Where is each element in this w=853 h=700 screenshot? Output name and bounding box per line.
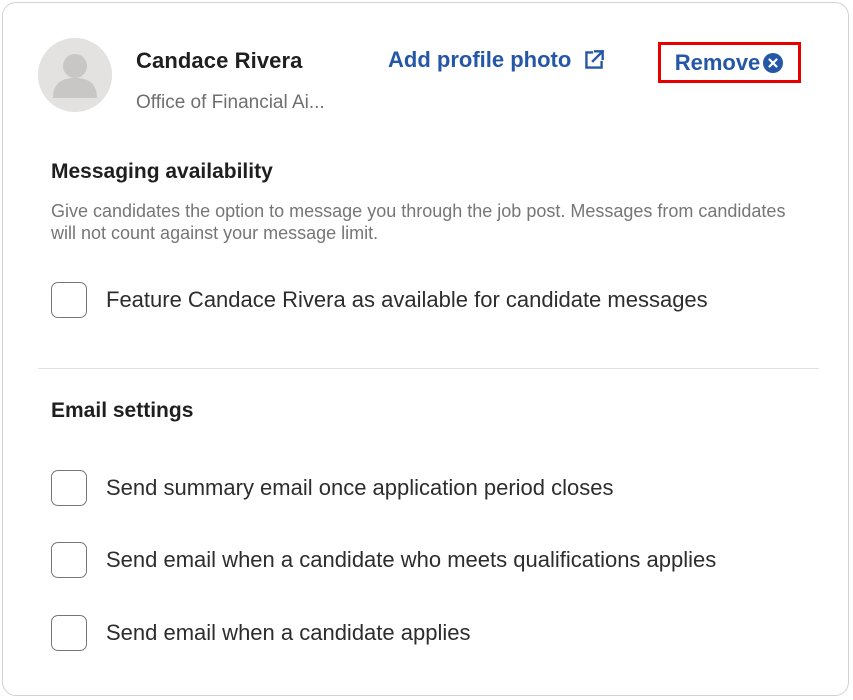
avatar (38, 38, 112, 112)
settings-card (2, 2, 849, 696)
messaging-section-description: Give candidates the option to message yo… (51, 201, 786, 243)
email-section-title: Email settings (51, 399, 194, 422)
add-profile-photo-label: Add profile photo (388, 47, 572, 72)
messaging-section-title: Messaging availability (51, 160, 273, 183)
close-circle-icon (762, 52, 784, 74)
summary-email-option[interactable]: Send summary email once application peri… (51, 470, 613, 506)
feature-availability-label: Feature Candace Rivera as available for … (106, 287, 708, 312)
external-link-icon (581, 47, 607, 73)
candidate-applies-email-option[interactable]: Send email when a candidate applies (51, 615, 470, 651)
qualified-candidate-email-checkbox[interactable] (51, 542, 87, 578)
candidate-applies-email-label: Send email when a candidate applies (106, 620, 471, 645)
add-profile-photo-link[interactable]: Add profile photo (388, 47, 607, 73)
profile-name: Candace Rivera (136, 48, 303, 73)
summary-email-checkbox[interactable] (51, 470, 87, 506)
qualified-candidate-email-label: Send email when a candidate who meets qu… (106, 547, 717, 572)
remove-button[interactable]: Remove (658, 42, 801, 83)
profile-organization: Office of Financial Ai... (136, 92, 325, 113)
person-placeholder-icon (38, 38, 112, 112)
remove-label: Remove (674, 49, 761, 75)
section-divider (38, 368, 819, 369)
feature-availability-option[interactable]: Feature Candace Rivera as available for … (51, 282, 708, 318)
summary-email-label: Send summary email once application peri… (106, 475, 614, 500)
feature-availability-checkbox[interactable] (51, 282, 87, 318)
candidate-applies-email-checkbox[interactable] (51, 615, 87, 651)
qualified-candidate-email-option[interactable]: Send email when a candidate who meets qu… (51, 542, 716, 578)
